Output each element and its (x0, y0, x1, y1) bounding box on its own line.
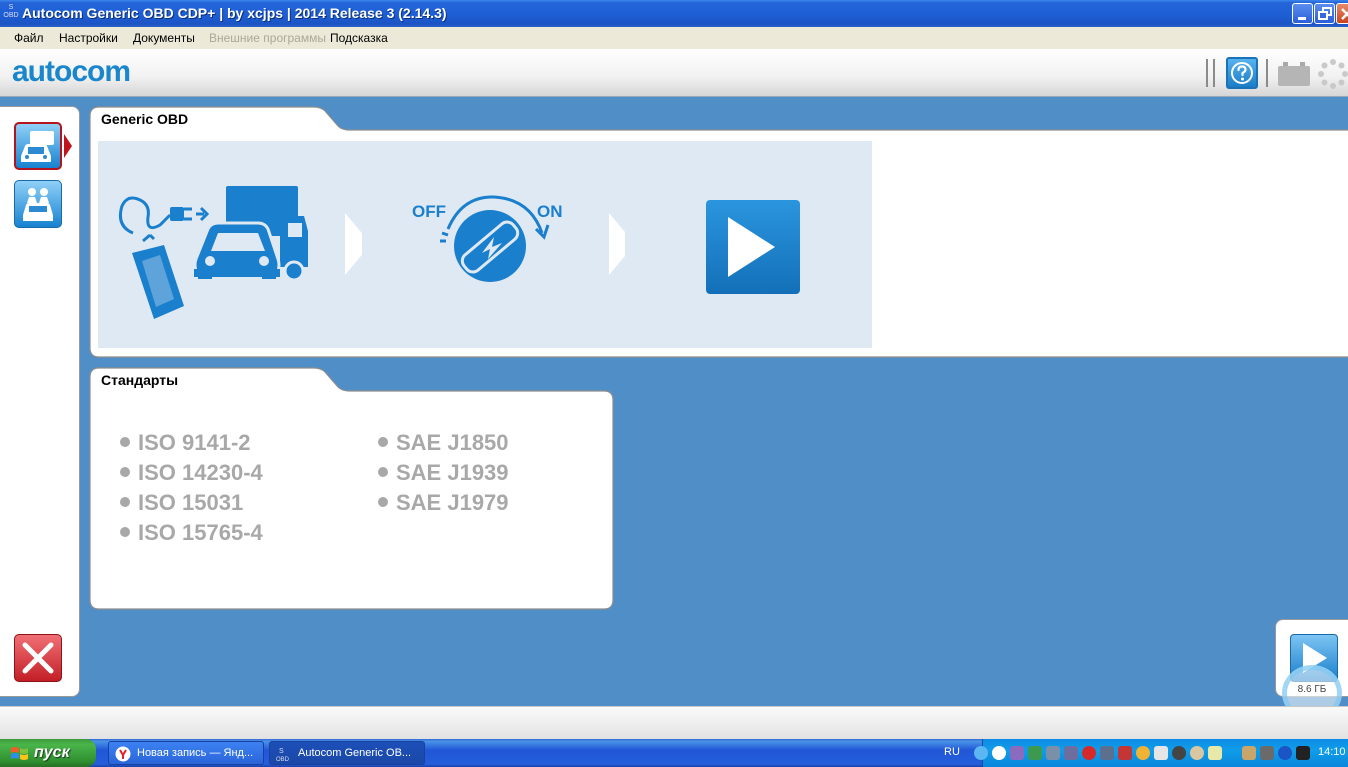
start-button[interactable]: пуск (0, 739, 96, 767)
menu-help[interactable]: Подсказка (330, 31, 388, 45)
taskbar-item-autocom[interactable]: S OBD Autocom Generic OB... (269, 741, 425, 765)
header-divider (1266, 59, 1268, 87)
question-icon (1231, 62, 1253, 84)
window-title: Autocom Generic OBD CDP+ | by xcjps | 20… (22, 5, 447, 21)
tray-app-icon[interactable] (1208, 746, 1222, 760)
tray-app-icon[interactable] (1242, 746, 1256, 760)
clock: 14:10 (1318, 746, 1346, 758)
opera-icon[interactable] (1082, 746, 1096, 760)
vehicle-service-icon (23, 188, 53, 221)
menu-external-programs: Внешние программы (209, 31, 326, 45)
tray-app-icon[interactable] (1028, 746, 1042, 760)
minimize-button[interactable] (1292, 3, 1313, 24)
ignition-step-card: OFF ON (362, 141, 609, 348)
standard-item: SAE J1979 (378, 490, 509, 516)
spinner-icon (1318, 59, 1348, 94)
standards-tab[interactable]: Стандарты (101, 372, 178, 388)
title-bar[interactable]: S OBD Autocom Generic OBD CDP+ | by xcjps… (0, 0, 1348, 27)
app-icon[interactable]: S OBD (3, 4, 19, 22)
header-divider (1213, 59, 1215, 87)
tray-app-icon[interactable] (992, 746, 1006, 760)
play-icon[interactable] (625, 141, 872, 348)
connect-step-card (98, 141, 345, 348)
tray-app-icon[interactable] (1172, 746, 1186, 760)
standard-item: ISO 15031 (120, 490, 243, 516)
menu-file[interactable]: Файл (14, 31, 44, 45)
ignition-icon: OFF ON (412, 195, 563, 282)
battery-icon (1278, 62, 1310, 91)
generic-obd-nav-button[interactable] (14, 122, 72, 170)
tray-app-icon[interactable] (1100, 746, 1114, 760)
standard-item: SAE J1850 (378, 430, 509, 456)
tray-app-icon[interactable] (1296, 746, 1310, 760)
standard-item: ISO 14230-4 (120, 460, 263, 486)
menu-bar: Файл Настройки Документы Внешние програм… (0, 27, 1348, 49)
close-button[interactable] (1336, 3, 1348, 24)
autocom-logo: autocom (12, 55, 131, 88)
standard-item: ISO 9141-2 (120, 430, 251, 456)
tray-app-icon[interactable] (1190, 746, 1204, 760)
header-band: autocom (0, 49, 1348, 97)
tray-app-icon[interactable] (1046, 746, 1060, 760)
svg-text:S: S (279, 748, 284, 755)
close-icon (22, 642, 54, 674)
volume-icon[interactable] (1154, 746, 1168, 760)
memory-usage-label: 8.6 ГБ (1297, 684, 1327, 695)
standard-item: SAE J1939 (378, 460, 509, 486)
taskbar-item-yandex[interactable]: Новая запись — Янд... (108, 741, 264, 765)
ignition-on-label: ON (537, 202, 563, 221)
tray-app-icon[interactable] (1064, 746, 1078, 760)
shield-icon[interactable] (1118, 746, 1132, 760)
restore-button[interactable] (1314, 3, 1335, 24)
standards-panel (89, 367, 614, 610)
tray-app-icon[interactable] (1010, 746, 1024, 760)
obd-app-icon: S OBD (276, 748, 290, 762)
tray-app-icon[interactable] (1260, 746, 1274, 760)
service-nav-button[interactable] (14, 180, 62, 228)
restore-icon (1318, 7, 1332, 20)
bluetooth-icon[interactable] (1278, 746, 1292, 760)
svg-text:OBD: OBD (276, 757, 290, 762)
status-bar (0, 706, 1348, 739)
menu-settings[interactable]: Настройки (59, 31, 118, 45)
tray-app-icon[interactable] (1136, 746, 1150, 760)
ignition-off-label: OFF (412, 202, 446, 221)
generic-obd-tab[interactable]: Generic OBD (101, 111, 188, 127)
yandex-icon (115, 746, 131, 762)
connect-vehicle-icon (118, 186, 308, 319)
help-button[interactable] (1226, 57, 1258, 89)
header-divider (1206, 59, 1208, 87)
tray-expand-icon[interactable] (974, 746, 988, 760)
menu-documents[interactable]: Документы (133, 31, 195, 45)
windows-flag-icon (11, 747, 28, 760)
vehicles-icon (21, 131, 54, 162)
taskbar: пуск Новая запись — Янд... S OBD Autocom… (0, 739, 1348, 767)
language-indicator[interactable]: RU (944, 746, 960, 758)
close-icon (1341, 8, 1348, 20)
exit-button[interactable] (14, 634, 62, 682)
standard-item: ISO 15765-4 (120, 520, 263, 546)
start-step-card[interactable] (625, 141, 872, 348)
left-nav-panel (0, 106, 80, 697)
system-tray (974, 739, 1348, 767)
start-label: пуск (34, 744, 70, 761)
minimize-icon (1298, 17, 1306, 20)
